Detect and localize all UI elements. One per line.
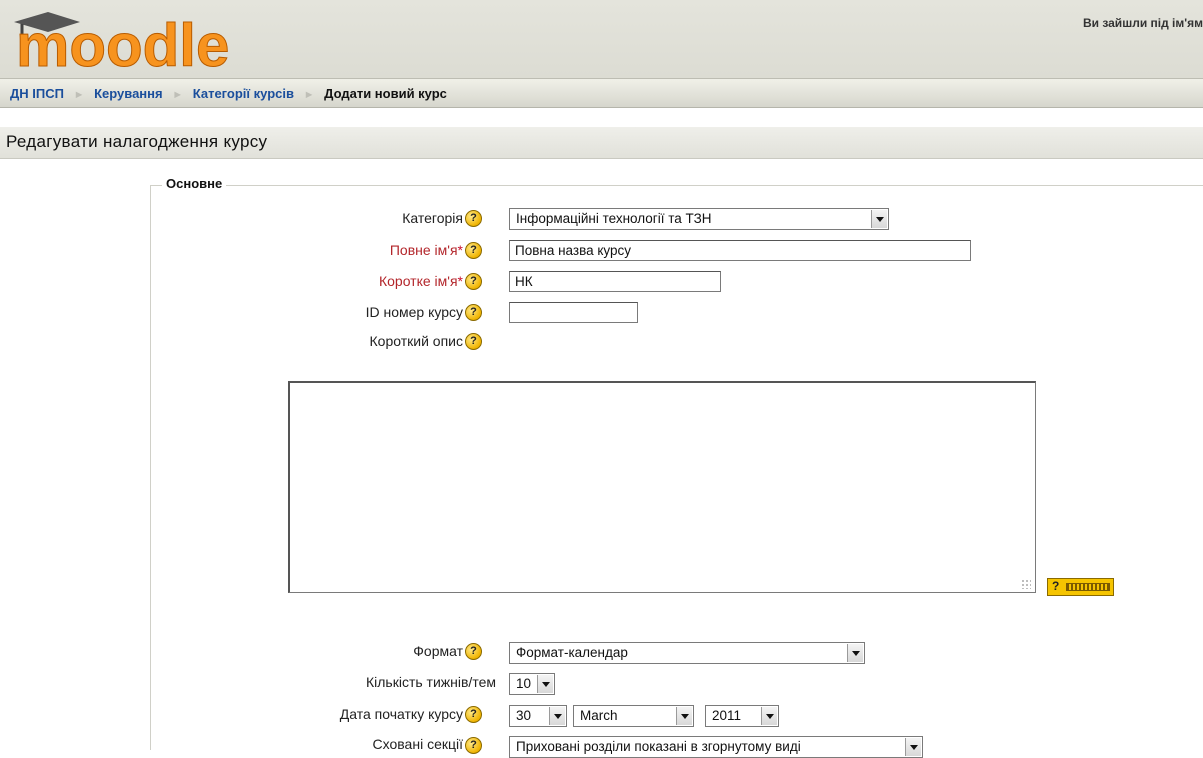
breadcrumb-site[interactable]: ДН ІПСП bbox=[10, 86, 64, 101]
help-icon[interactable]: ? bbox=[465, 333, 482, 350]
breadcrumb-categories[interactable]: Категорії курсів bbox=[193, 86, 294, 101]
shortname-input-value: НК bbox=[515, 274, 533, 289]
moodle-logo[interactable]: moodle bbox=[8, 2, 308, 72]
login-info: Ви зайшли під ім'ям bbox=[1082, 16, 1203, 30]
numsections-select[interactable]: 10 bbox=[509, 673, 555, 695]
summary-textarea[interactable] bbox=[288, 381, 1036, 593]
startdate-day-select[interactable]: 30 bbox=[509, 705, 567, 727]
numsections-select-value: 10 bbox=[516, 676, 532, 691]
startdate-label: Дата початку курсу bbox=[339, 706, 463, 722]
help-icon: ? bbox=[1052, 579, 1060, 593]
required-marker: * bbox=[457, 273, 463, 289]
startdate-month-value: March bbox=[580, 708, 618, 723]
idnumber-label: ID номер курсу bbox=[365, 304, 463, 320]
shortname-input[interactable]: НК bbox=[509, 271, 721, 292]
category-select-value: Інформаційні технології та ТЗН bbox=[516, 211, 712, 226]
keyboard-icon bbox=[1066, 583, 1110, 591]
help-icon[interactable]: ? bbox=[465, 737, 482, 754]
breadcrumb: ДН ІПСП ► Керування ► Категорії курсів ►… bbox=[0, 78, 1203, 108]
idnumber-input[interactable] bbox=[509, 302, 638, 323]
page-header: moodle Ви зайшли під ім'ям bbox=[0, 0, 1203, 78]
fullname-label: Повне ім'я* bbox=[389, 242, 463, 258]
help-icon[interactable]: ? bbox=[465, 304, 482, 321]
page-title: Редагувати налагодження курсу bbox=[6, 132, 268, 151]
resize-handle-icon[interactable] bbox=[1021, 579, 1031, 589]
summary-label: Короткий опис bbox=[369, 333, 463, 349]
editor-help-button[interactable]: ? bbox=[1047, 578, 1114, 596]
logo-text: moodle bbox=[16, 12, 229, 72]
chevron-down-icon[interactable] bbox=[871, 210, 887, 228]
numsections-label: Кількість тижнів/тем bbox=[366, 674, 496, 690]
hiddensections-select-value: Приховані розділи показані в згорнутому … bbox=[516, 739, 801, 754]
chevron-down-icon[interactable] bbox=[761, 707, 777, 725]
chevron-down-icon[interactable] bbox=[676, 707, 692, 725]
help-icon[interactable]: ? bbox=[465, 643, 482, 660]
chevron-down-icon[interactable] bbox=[549, 707, 565, 725]
help-icon[interactable]: ? bbox=[465, 706, 482, 723]
category-select[interactable]: Інформаційні технології та ТЗН bbox=[509, 208, 889, 230]
hiddensections-label: Сховані секції bbox=[372, 736, 463, 752]
startdate-month-select[interactable]: March bbox=[573, 705, 694, 727]
format-label: Формат bbox=[413, 643, 463, 659]
help-icon[interactable]: ? bbox=[465, 242, 482, 259]
shortname-label: Коротке ім'я* bbox=[378, 273, 463, 289]
breadcrumb-separator-icon: ► bbox=[73, 89, 85, 101]
chevron-down-icon[interactable] bbox=[847, 644, 863, 662]
chevron-down-icon[interactable] bbox=[537, 675, 553, 693]
startdate-year-select[interactable]: 2011 bbox=[705, 705, 779, 727]
breadcrumb-admin[interactable]: Керування bbox=[94, 86, 163, 101]
breadcrumb-separator-icon: ► bbox=[303, 89, 315, 101]
fieldset-legend: Основне bbox=[162, 176, 227, 191]
help-icon[interactable]: ? bbox=[465, 210, 482, 227]
format-select-value: Формат-календар bbox=[516, 645, 628, 660]
startdate-day-value: 30 bbox=[516, 708, 532, 723]
category-label: Категорія bbox=[402, 210, 463, 226]
fullname-input[interactable]: Повна назва курсу bbox=[509, 240, 971, 261]
format-select[interactable]: Формат-календар bbox=[509, 642, 865, 664]
fullname-input-value: Повна назва курсу bbox=[515, 243, 632, 258]
hiddensections-select[interactable]: Приховані розділи показані в згорнутому … bbox=[509, 736, 923, 758]
help-icon[interactable]: ? bbox=[465, 273, 482, 290]
chevron-down-icon[interactable] bbox=[905, 738, 921, 756]
page-heading: Редагувати налагодження курсу bbox=[0, 127, 1203, 159]
breadcrumb-current: Додати новий курс bbox=[324, 86, 447, 101]
breadcrumb-separator-icon: ► bbox=[172, 89, 184, 101]
required-marker: * bbox=[457, 242, 463, 258]
startdate-year-value: 2011 bbox=[712, 708, 742, 723]
